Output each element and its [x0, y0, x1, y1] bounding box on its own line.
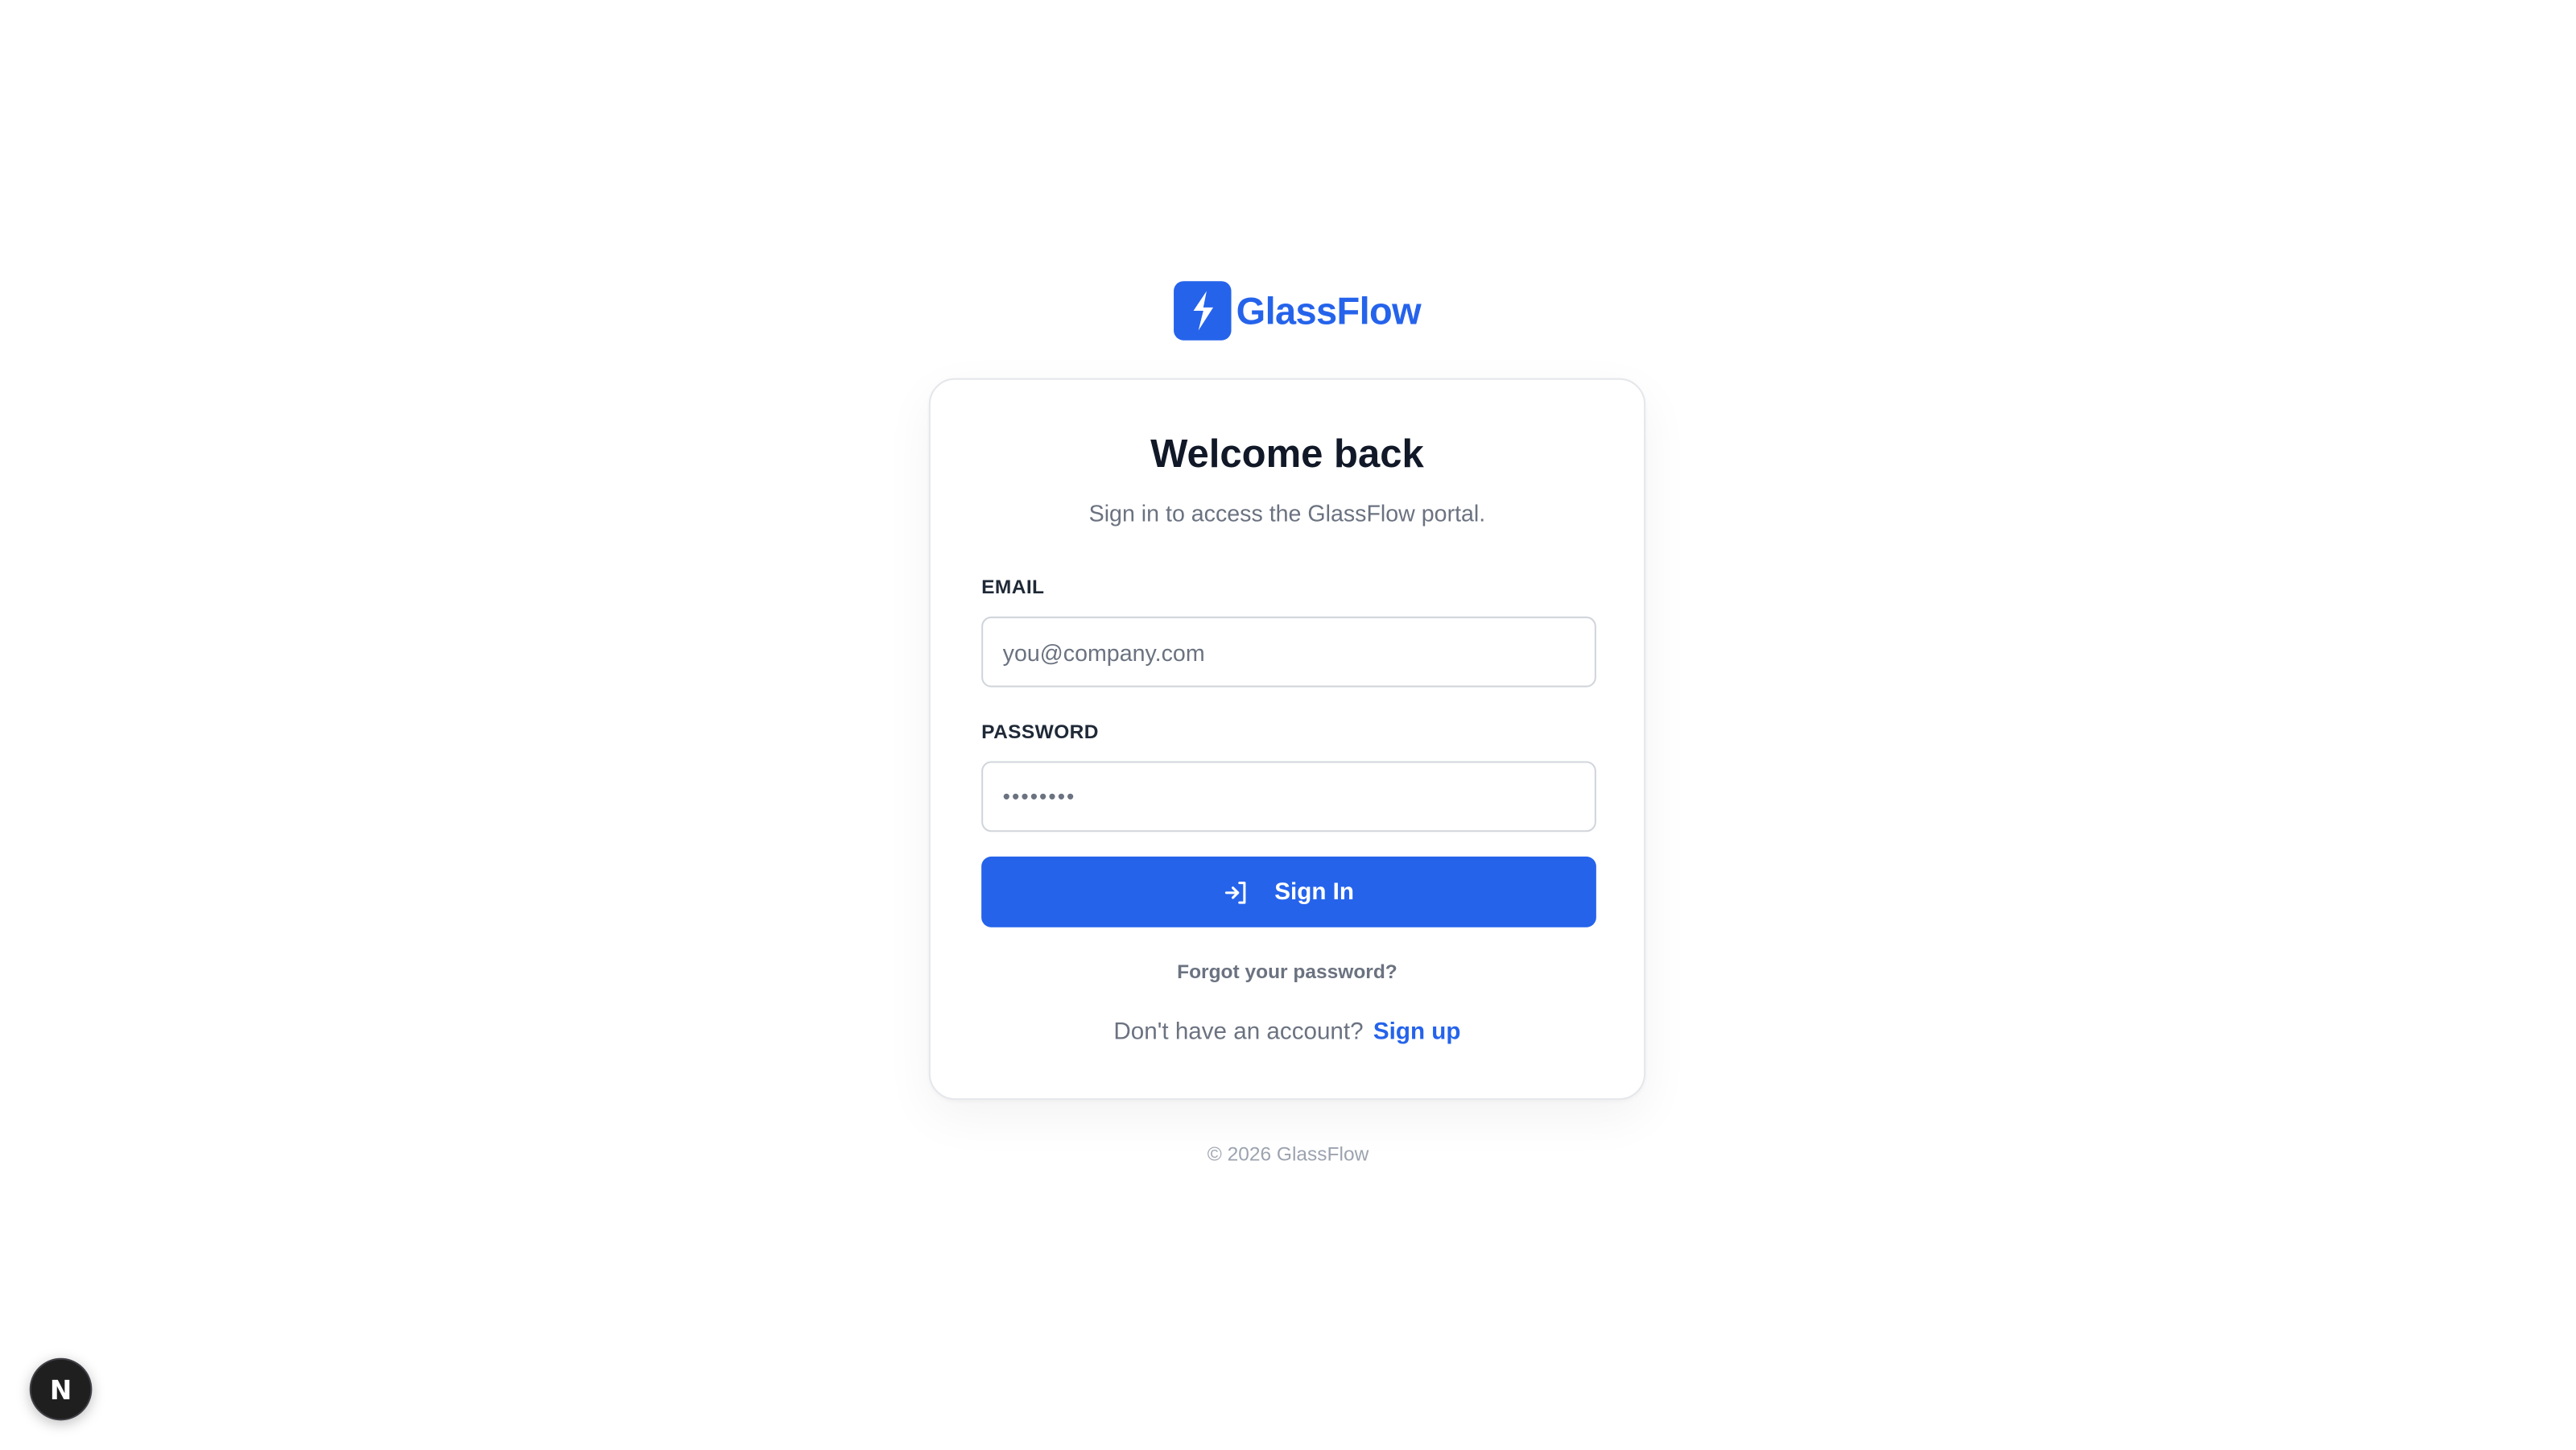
brand-name: GlassFlow [1236, 288, 1422, 332]
nextjs-dev-indicator-icon[interactable]: N [29, 1357, 93, 1421]
email-label: EMAIL [981, 575, 1045, 599]
footer-copyright: © 2026 GlassFlow [1207, 1142, 1369, 1166]
password-value: •••••••• [1002, 784, 1076, 809]
forgot-password-link[interactable]: Forgot your password? [931, 960, 1644, 984]
sign-up-link[interactable]: Sign up [1373, 1019, 1461, 1046]
page-subtitle: Sign in to access the GlassFlow portal. [1088, 499, 1486, 527]
dev-badge-letter: N [49, 1374, 72, 1405]
password-label: PASSWORD [981, 720, 1099, 744]
login-card: Welcome back Sign in to access the Glass… [928, 378, 1646, 1101]
email-field[interactable] [981, 616, 1596, 688]
no-account-text: Don't have an account? [1113, 1019, 1364, 1046]
sign-in-button[interactable]: Sign In [981, 856, 1596, 927]
lightning-bolt-icon [1174, 281, 1232, 341]
login-page: GlassFlow Welcome back Sign in to access… [0, 0, 2576, 1450]
password-field[interactable]: •••••••• [981, 761, 1596, 832]
sign-in-arrow-icon [1224, 879, 1250, 906]
sign-in-label: Sign In [1274, 878, 1355, 906]
signup-prompt: Don't have an account? Sign up [931, 1019, 1644, 1046]
brand-header: GlassFlow [1174, 281, 1422, 341]
page-title: Welcome back [1150, 432, 1424, 477]
